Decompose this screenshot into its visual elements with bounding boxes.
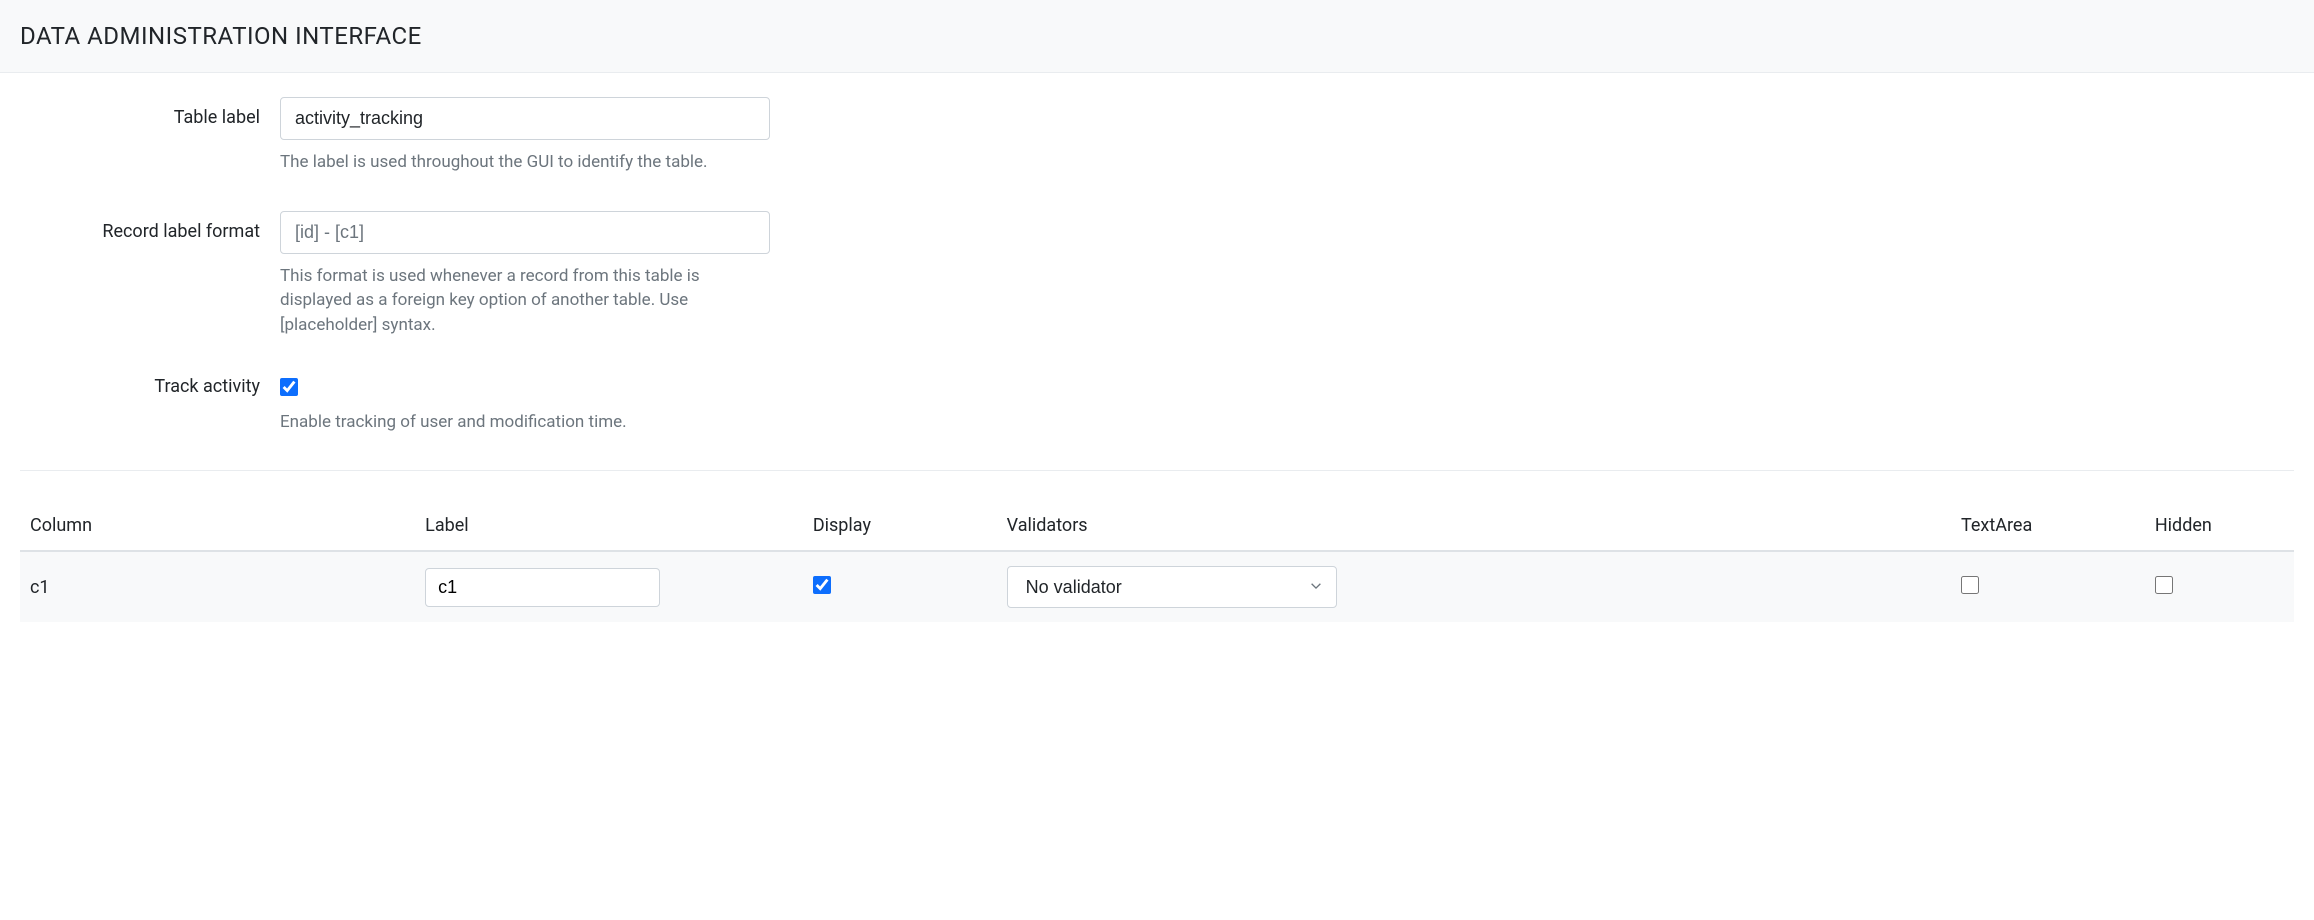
th-hidden: Hidden <box>2145 501 2294 551</box>
track-activity-label: Track activity <box>154 376 260 397</box>
record-label-format-row: Record label format This format is used … <box>20 211 2294 338</box>
record-label-format-input[interactable] <box>280 211 770 254</box>
main-content: Table label The label is used throughout… <box>0 73 2314 622</box>
table-label-input[interactable] <box>280 97 770 140</box>
track-activity-row: Track activity Enable tracking of user a… <box>20 374 2294 435</box>
table-row: c1 No validator <box>20 551 2294 622</box>
th-textarea: TextArea <box>1951 501 2145 551</box>
track-activity-help: Enable tracking of user and modification… <box>280 410 770 435</box>
cell-column-name: c1 <box>20 551 415 622</box>
columns-table: Column Label Display Validators TextArea… <box>20 501 2294 622</box>
table-label-label: Table label <box>174 107 260 128</box>
th-display: Display <box>803 501 997 551</box>
th-column: Column <box>20 501 415 551</box>
validator-select[interactable]: No validator <box>1007 566 1337 608</box>
hidden-checkbox[interactable] <box>2155 576 2173 594</box>
table-label-row: Table label The label is used throughout… <box>20 97 2294 175</box>
th-label: Label <box>415 501 803 551</box>
textarea-checkbox[interactable] <box>1961 576 1979 594</box>
app-header: DATA ADMINISTRATION INTERFACE <box>0 0 2314 73</box>
table-label-help: The label is used throughout the GUI to … <box>280 150 770 175</box>
record-label-format-label: Record label format <box>102 221 260 242</box>
section-divider <box>20 470 2294 471</box>
page-title: DATA ADMINISTRATION INTERFACE <box>20 22 2294 50</box>
display-checkbox[interactable] <box>813 576 831 594</box>
column-label-input[interactable] <box>425 568 660 607</box>
record-label-format-help: This format is used whenever a record fr… <box>280 264 770 338</box>
track-activity-checkbox[interactable] <box>280 378 298 396</box>
th-validators: Validators <box>997 501 1951 551</box>
